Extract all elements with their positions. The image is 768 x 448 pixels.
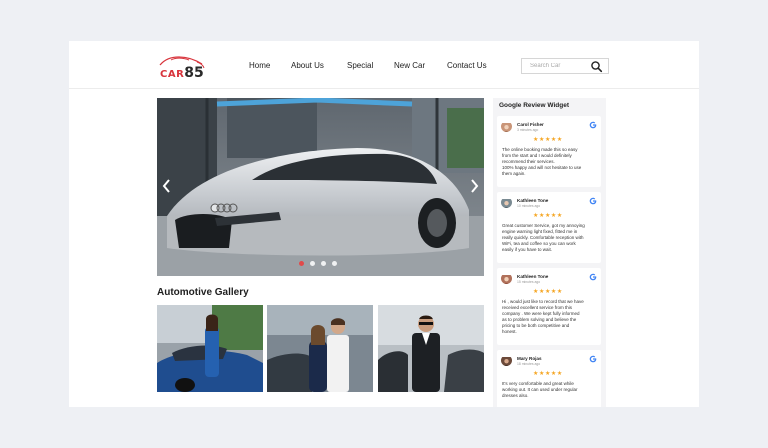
google-icon (589, 273, 597, 281)
widget-title: Google Review Widget (499, 102, 570, 109)
nav-about-us[interactable]: About Us (291, 61, 324, 70)
logo-number: 85 (184, 65, 204, 81)
review-card: Kathleen Tone 10 minutes ago ★★★★★ Great… (497, 192, 601, 263)
rating-stars: ★★★★★ (533, 213, 563, 219)
review-card: Kathleen Tone 15 minutes ago ★★★★★ Hi , … (497, 268, 601, 345)
reviewer-name: Kathleen Tone (517, 198, 549, 203)
reviewer-name: Kathleen Tone (517, 274, 549, 279)
review-text: Hi , would just like to record that we h… (502, 299, 598, 336)
search-icon[interactable] (590, 60, 603, 73)
search-input[interactable] (522, 59, 588, 73)
slider-next-icon[interactable] (468, 178, 480, 194)
couple-car-image (267, 305, 373, 392)
review-line: dresses also. (502, 393, 529, 399)
google-icon (589, 197, 597, 205)
nav-special[interactable]: Special (347, 61, 373, 70)
slider-dot[interactable] (332, 261, 337, 266)
slider-dot[interactable] (321, 261, 326, 266)
page-frame: CAR85 Home About Us Special New Car Cont… (69, 41, 699, 407)
gallery-image[interactable] (267, 305, 373, 392)
slider-dots (299, 261, 343, 267)
slider-prev-icon[interactable] (161, 178, 173, 194)
review-card: Carol Fisher 3 minutes ago ★★★★★ The onl… (497, 116, 601, 187)
site-logo[interactable]: CAR85 (157, 51, 207, 81)
gallery-title: Automotive Gallery (157, 287, 249, 298)
slider-dot[interactable] (310, 261, 315, 266)
slider-dot[interactable] (299, 261, 304, 266)
review-text: Great customer Service, got my annoying … (502, 223, 598, 253)
avatar-icon (501, 123, 512, 132)
avatar-icon (501, 199, 512, 208)
hero-car-image (157, 98, 484, 276)
review-text: The online booking made this so easy fro… (502, 147, 598, 177)
nav-new-car[interactable]: New Car (394, 61, 425, 70)
avatar (501, 197, 512, 208)
nav-home[interactable]: Home (249, 61, 270, 70)
avatar (501, 121, 512, 132)
gallery-image[interactable] (157, 305, 263, 392)
review-card: Mary Rojas 18 minutes ago ★★★★★ It's ver… (497, 350, 601, 407)
gallery-image[interactable] (378, 305, 484, 392)
rating-stars: ★★★★★ (533, 371, 563, 377)
reviewer-name: Mary Rojas (517, 356, 542, 361)
google-icon (589, 121, 597, 129)
avatar-icon (501, 275, 512, 284)
site-header: CAR85 Home About Us Special New Car Cont… (69, 41, 699, 89)
review-line: honest. (502, 329, 517, 335)
review-text: It's very comfortable and great while wo… (502, 381, 598, 399)
review-time: 3 minutes ago (517, 128, 539, 132)
review-line: them again. (502, 171, 526, 177)
logo-wordmark: CAR85 (160, 64, 204, 80)
review-line: easily if you have to wait. (502, 247, 553, 253)
woman-blue-car-image (157, 305, 263, 392)
avatar (501, 355, 512, 366)
nav-contact-us[interactable]: Contact Us (447, 61, 487, 70)
google-icon (589, 355, 597, 363)
logo-prefix: CAR (160, 69, 185, 80)
review-time: 18 minutes ago (517, 362, 541, 366)
google-review-widget: Google Review Widget Carol Fisher 3 minu… (493, 98, 606, 407)
reviewer-name: Carol Fisher (517, 122, 544, 127)
hero-slider[interactable] (157, 98, 484, 276)
rating-stars: ★★★★★ (533, 137, 563, 143)
review-time: 10 minutes ago (517, 204, 541, 208)
avatar (501, 273, 512, 284)
rating-stars: ★★★★★ (533, 289, 563, 295)
avatar-icon (501, 357, 512, 366)
search-box (521, 58, 609, 74)
review-time: 15 minutes ago (517, 280, 541, 284)
businessman-car-image (378, 305, 484, 392)
